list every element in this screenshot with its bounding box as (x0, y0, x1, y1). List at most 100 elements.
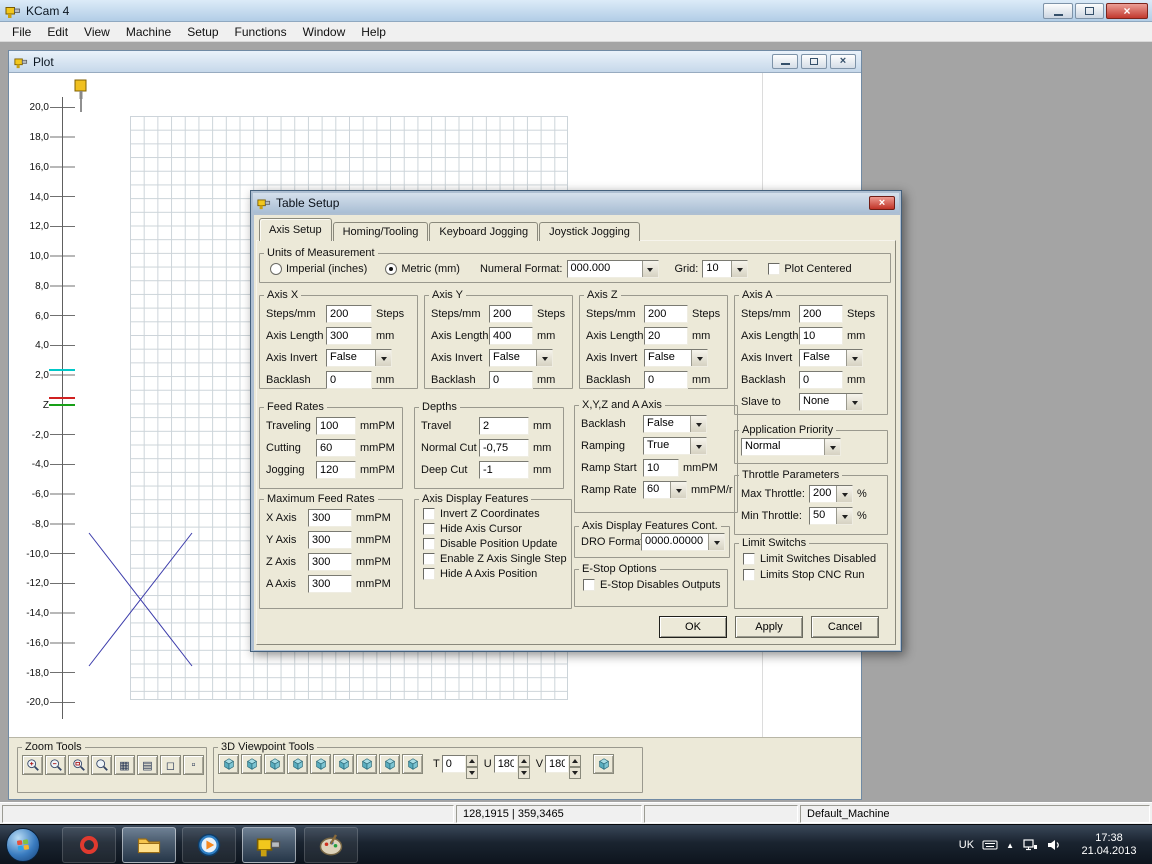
axis-a-length-input[interactable] (799, 327, 843, 345)
keyboard-icon[interactable] (982, 837, 998, 853)
show-hidden-icons-button[interactable]: ▲ (1006, 841, 1014, 850)
traveling-input[interactable] (316, 417, 356, 435)
apply-viewpoint-button[interactable] (593, 754, 615, 774)
axis-x-steps-input[interactable] (326, 305, 372, 323)
axis-z-length-input[interactable] (644, 327, 688, 345)
zoom-select-button[interactable]: ◻ (160, 755, 181, 775)
axis-x-length-input[interactable] (326, 327, 372, 345)
menu-window[interactable]: Window (295, 23, 354, 41)
axis-x-backlash-input[interactable] (326, 371, 372, 389)
axis-a-backlash-input[interactable] (799, 371, 843, 389)
axis-a-slave-select[interactable]: None (799, 393, 863, 411)
language-indicator[interactable]: UK (959, 839, 974, 851)
view-bottom-button[interactable] (241, 754, 262, 774)
taskbar-media-player-button[interactable] (182, 827, 236, 863)
dialog-titlebar[interactable]: Table Setup × (253, 193, 899, 213)
axis-a-steps-input[interactable] (799, 305, 843, 323)
numeral-format-select[interactable]: 000.000 (566, 260, 659, 278)
normal-cut-input[interactable] (479, 439, 529, 457)
spin-down-button[interactable] (465, 767, 478, 779)
tab-keyboard-jogging[interactable]: Keyboard Jogging (429, 222, 539, 241)
disable-position-update-checkbox[interactable] (423, 538, 435, 550)
view-top-button[interactable] (218, 754, 239, 774)
menu-machine[interactable]: Machine (118, 23, 179, 41)
grid-select[interactable]: 10 (702, 260, 749, 278)
imperial-radio[interactable] (270, 263, 282, 275)
axis-y-steps-input[interactable] (489, 305, 533, 323)
min-throttle-select[interactable]: 50 (809, 507, 853, 525)
zoom-extents-button[interactable]: ▦ (114, 755, 135, 775)
axis-x-invert-select[interactable]: False (326, 349, 392, 367)
menu-view[interactable]: View (76, 23, 118, 41)
ramp-rate-select[interactable]: 60 (643, 481, 687, 499)
close-button[interactable]: × (1106, 3, 1148, 19)
ramping-select[interactable]: True (643, 437, 707, 455)
cutting-input[interactable] (316, 439, 356, 457)
u-input[interactable] (493, 755, 518, 773)
view-right-button[interactable] (333, 754, 354, 774)
zoom-window-button[interactable] (68, 755, 89, 775)
ramp-start-input[interactable] (643, 459, 679, 477)
zoom-fit-button[interactable]: ▤ (137, 755, 158, 775)
view-iso-1-button[interactable] (356, 754, 377, 774)
network-icon[interactable] (1022, 837, 1038, 853)
y-axis-max-feed-input[interactable] (308, 531, 352, 549)
spin-up-button[interactable] (465, 755, 478, 767)
cancel-button[interactable]: Cancel (811, 616, 879, 638)
dro-format-select[interactable]: 0000.00000 (641, 533, 725, 551)
clock[interactable]: 17:38 21.04.2013 (1070, 832, 1148, 858)
spin-down-button[interactable] (569, 767, 582, 779)
zoom-out-button[interactable] (45, 755, 66, 775)
axis-z-backlash-input[interactable] (644, 371, 688, 389)
view-iso-2-button[interactable] (379, 754, 400, 774)
zoom-refresh-button[interactable]: ▫ (183, 755, 204, 775)
tab-homing-tooling[interactable]: Homing/Tooling (332, 222, 429, 241)
xyza-backlash-select[interactable]: False (643, 415, 707, 433)
z-axis-max-feed-input[interactable] (308, 553, 352, 571)
a-axis-max-feed-input[interactable] (308, 575, 352, 593)
ok-button[interactable]: OK (659, 616, 727, 638)
axis-z-invert-select[interactable]: False (644, 349, 708, 367)
zoom-previous-button[interactable] (91, 755, 112, 775)
estop-disables-outputs-checkbox[interactable] (583, 579, 595, 591)
t-input[interactable] (441, 755, 466, 773)
spin-up-button[interactable] (517, 755, 530, 767)
taskbar-opera-button[interactable] (62, 827, 116, 863)
minimize-button[interactable] (1043, 3, 1073, 19)
apply-button[interactable]: Apply (735, 616, 803, 638)
hide-a-position-checkbox[interactable] (423, 568, 435, 580)
invert-z-checkbox[interactable] (423, 508, 435, 520)
jogging-input[interactable] (316, 461, 356, 479)
hide-axis-cursor-checkbox[interactable] (423, 523, 435, 535)
x-axis-max-feed-input[interactable] (308, 509, 352, 527)
plot-minimize-button[interactable] (772, 54, 798, 69)
limits-stop-cnc-checkbox[interactable] (743, 569, 755, 581)
taskbar-explorer-button[interactable] (122, 827, 176, 863)
spin-down-button[interactable] (517, 767, 530, 779)
menu-edit[interactable]: Edit (39, 23, 76, 41)
menu-help[interactable]: Help (353, 23, 394, 41)
spin-up-button[interactable] (569, 755, 582, 767)
max-throttle-select[interactable]: 200 (809, 485, 853, 503)
tab-joystick-jogging[interactable]: Joystick Jogging (539, 222, 640, 241)
axis-a-invert-select[interactable]: False (799, 349, 863, 367)
travel-depth-input[interactable] (479, 417, 529, 435)
view-front-button[interactable] (264, 754, 285, 774)
axis-z-steps-input[interactable] (644, 305, 688, 323)
maximize-button[interactable] (1075, 3, 1104, 19)
taskbar-kcam-button[interactable] (242, 827, 296, 863)
enable-z-single-step-checkbox[interactable] (423, 553, 435, 565)
view-back-button[interactable] (287, 754, 308, 774)
axis-y-backlash-input[interactable] (489, 371, 533, 389)
dialog-close-button[interactable]: × (869, 196, 895, 210)
tab-axis-setup[interactable]: Axis Setup (259, 218, 332, 241)
deep-cut-input[interactable] (479, 461, 529, 479)
metric-radio[interactable] (385, 263, 398, 275)
view-iso-3-button[interactable] (402, 754, 423, 774)
limit-switches-disabled-checkbox[interactable] (743, 553, 755, 565)
menu-setup[interactable]: Setup (179, 23, 226, 41)
zoom-in-button[interactable] (22, 755, 43, 775)
app-priority-select[interactable]: Normal (741, 438, 841, 456)
axis-y-invert-select[interactable]: False (489, 349, 553, 367)
plot-close-button[interactable]: × (830, 54, 856, 69)
